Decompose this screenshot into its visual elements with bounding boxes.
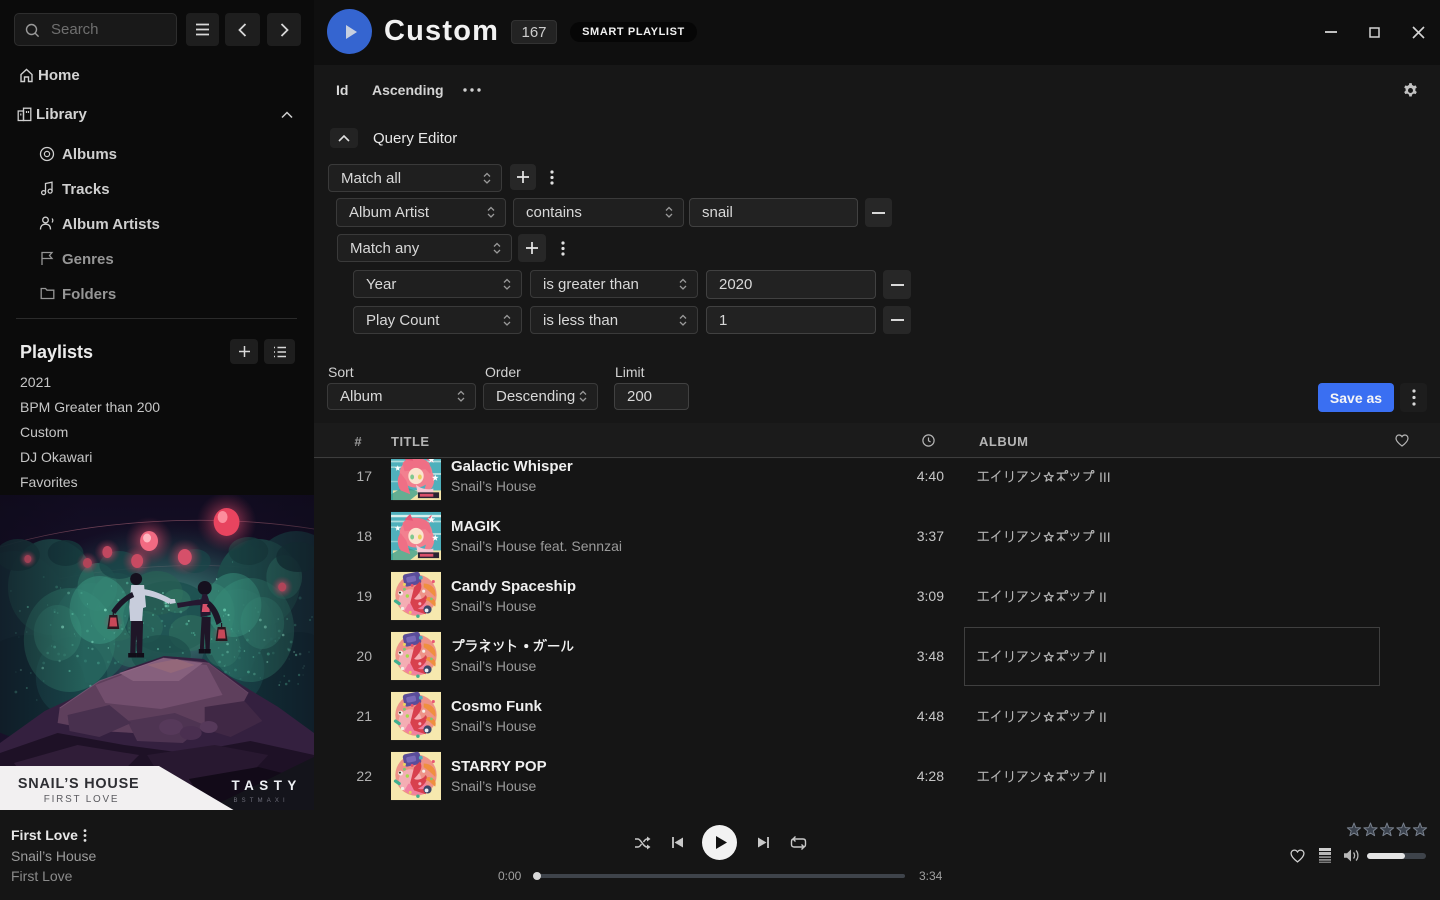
svg-text:BSTMAXI: BSTMAXI: [234, 798, 289, 804]
svg-text:SNAIL’S HOUSE: SNAIL’S HOUSE: [18, 776, 140, 792]
svg-text:TASTY: TASTY: [232, 778, 302, 793]
svg-text:FIRST LOVE: FIRST LOVE: [44, 794, 120, 805]
